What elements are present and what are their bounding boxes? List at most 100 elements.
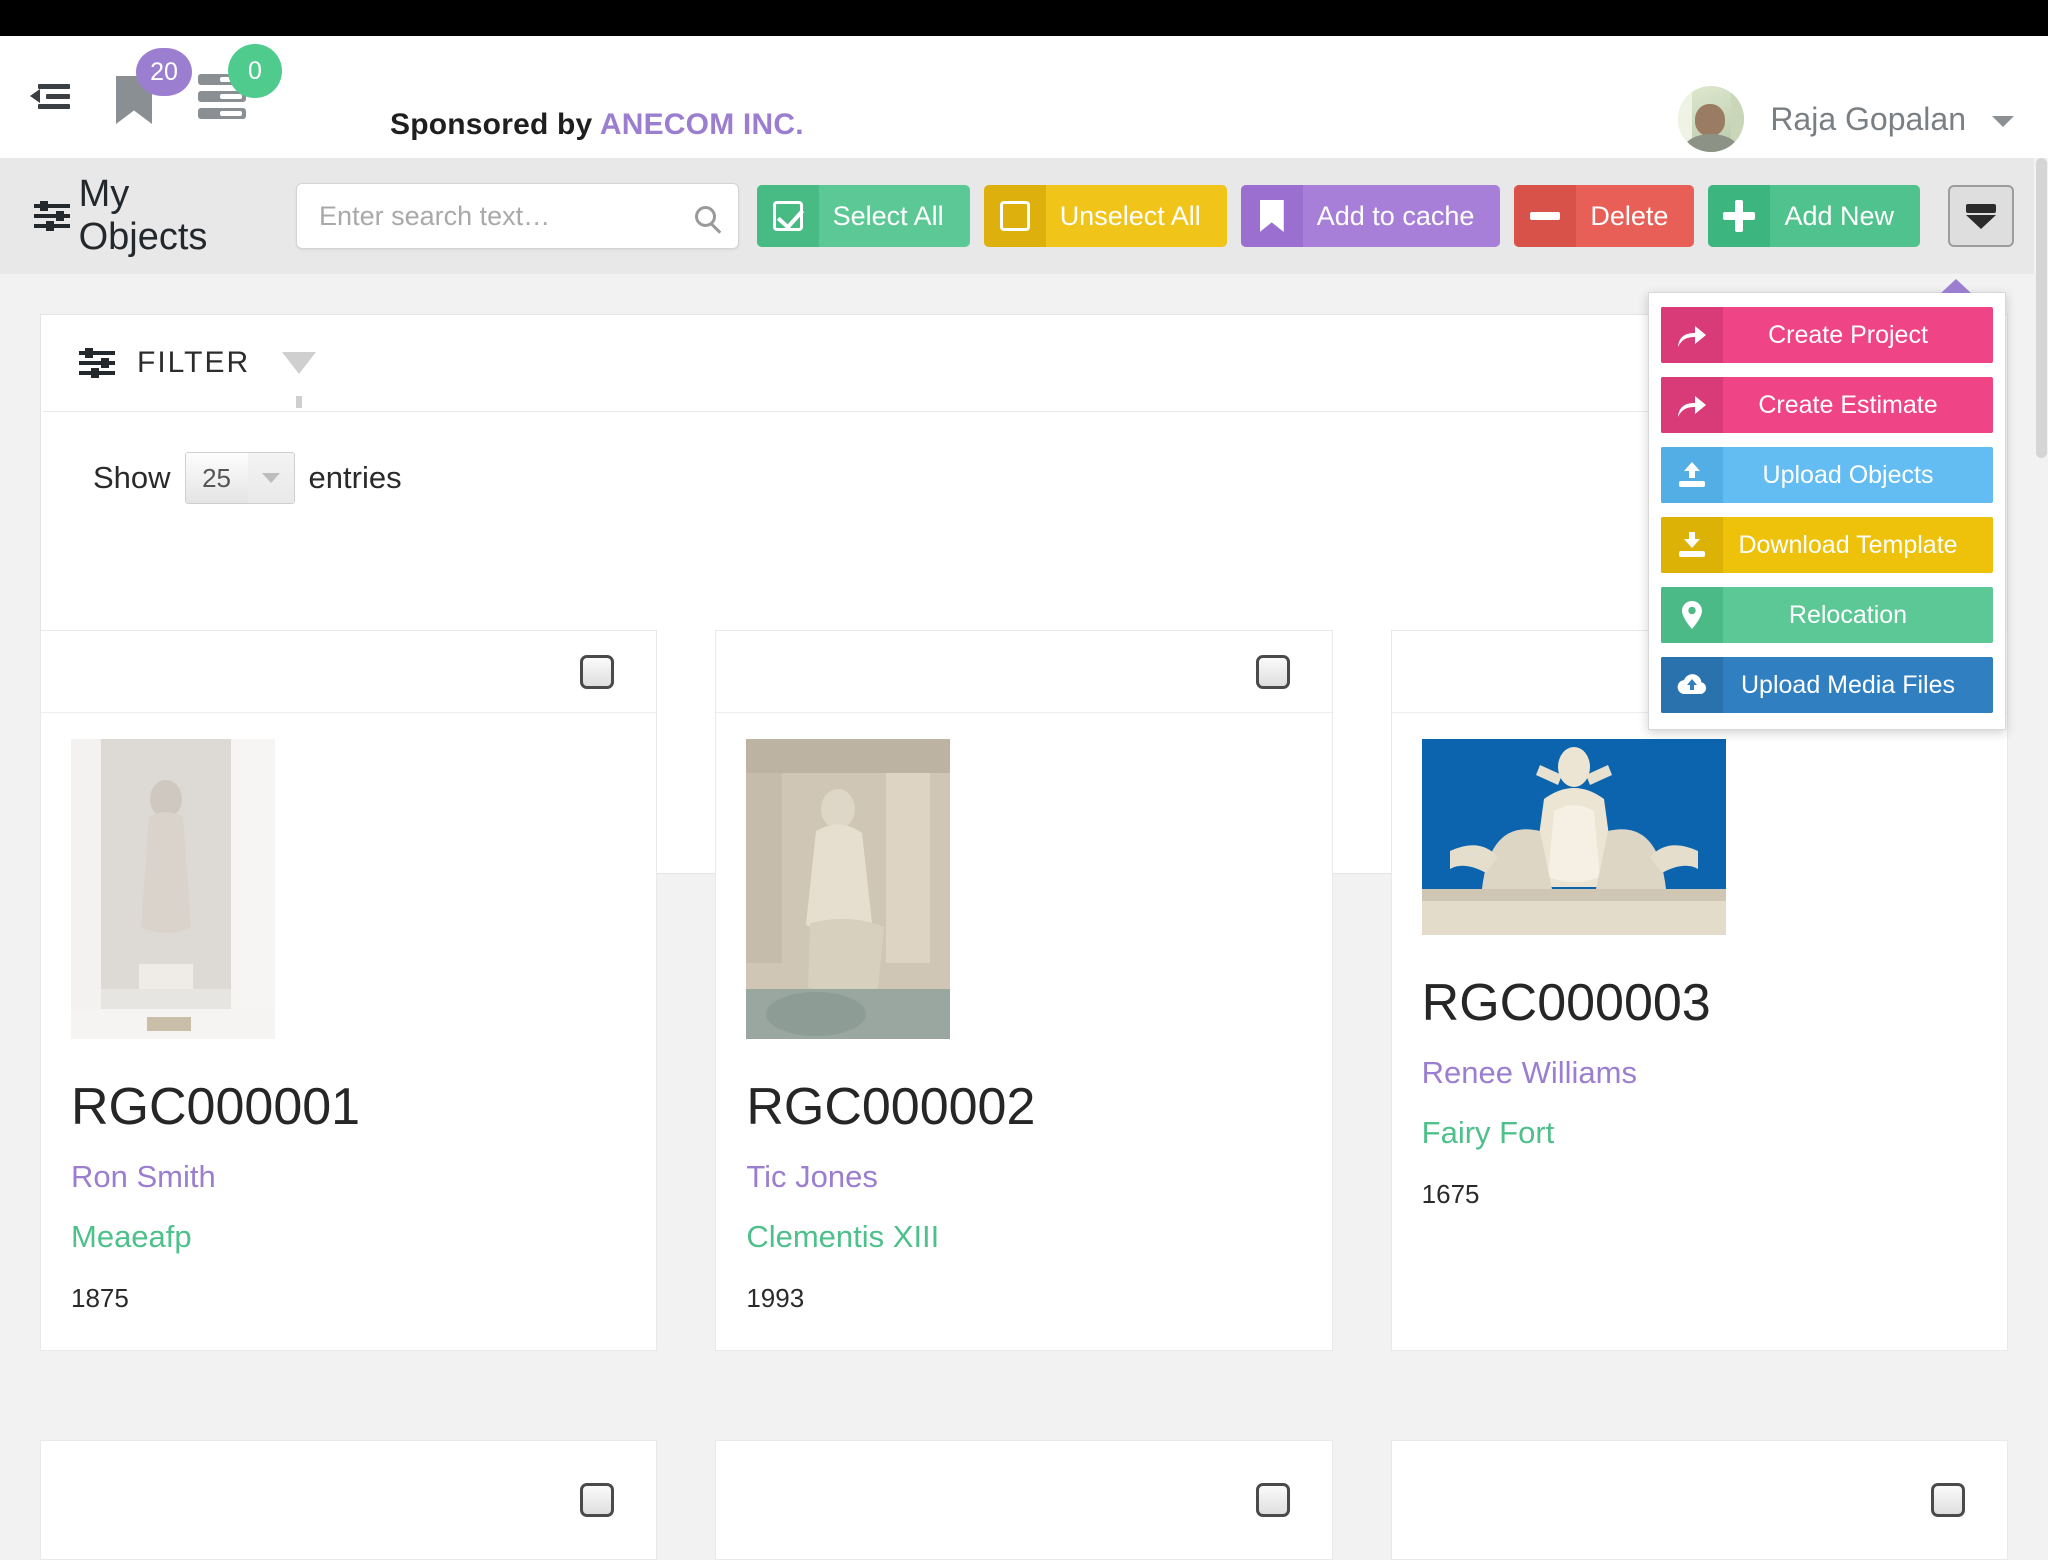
menu-item-create-project[interactable]: Create Project xyxy=(1661,307,1993,363)
unselect-all-button[interactable]: Unselect All xyxy=(984,185,1227,247)
more-actions-button[interactable] xyxy=(1948,185,2014,247)
card-checkbox[interactable] xyxy=(580,655,614,689)
card-body: RGC000002 Tic Jones Clementis XIII 1993 xyxy=(716,713,1331,1350)
sponsor-text: Sponsored by ANECOM INC. xyxy=(390,108,804,142)
card-year: 1993 xyxy=(746,1283,1301,1314)
upload-icon xyxy=(1661,447,1723,503)
menu-item-upload-objects[interactable]: Upload Objects xyxy=(1661,447,1993,503)
card-checkbox[interactable] xyxy=(1931,1483,1965,1517)
card-id: RGC000002 xyxy=(746,1077,1301,1137)
page-title: My Objects xyxy=(34,173,240,259)
card-body: RGC000001 Ron Smith Meaeafp 1875 xyxy=(41,713,656,1350)
entries-suffix-label: entries xyxy=(309,460,402,496)
user-name: Raja Gopalan xyxy=(1770,101,1966,138)
search-box[interactable] xyxy=(296,183,739,249)
menu-label-create-estimate: Create Estimate xyxy=(1723,391,1993,420)
top-strip xyxy=(0,0,2048,36)
card-owner[interactable]: Renee Williams xyxy=(1422,1055,1977,1091)
minus-icon xyxy=(1514,185,1576,247)
object-card-grid: RGC000001 Ron Smith Meaeafp 1875 xyxy=(40,630,2008,1351)
card-body: RGC000003 Renee Williams Fairy Fort 1675 xyxy=(1392,713,2007,1246)
object-card[interactable] xyxy=(715,1440,1332,1560)
object-thumbnail[interactable] xyxy=(1422,739,1726,935)
object-card[interactable] xyxy=(1391,1440,2008,1560)
page-title-text: My Objects xyxy=(79,173,240,259)
caret-down-filled-icon xyxy=(1966,204,1996,229)
object-card[interactable]: RGC000001 Ron Smith Meaeafp 1875 xyxy=(40,630,657,1351)
object-card[interactable]: RGC000002 Tic Jones Clementis XIII 1993 xyxy=(715,630,1332,1351)
menu-item-download-template[interactable]: Download Template xyxy=(1661,517,1993,573)
entries-prefix-label: Show xyxy=(93,460,171,496)
bookmark-button[interactable]: 20 xyxy=(116,70,152,124)
menu-label-relocation: Relocation xyxy=(1723,601,1993,630)
map-pin-icon xyxy=(1661,587,1723,643)
add-to-cache-label: Add to cache xyxy=(1303,201,1501,232)
download-icon xyxy=(1661,517,1723,573)
search-input[interactable] xyxy=(319,201,695,232)
sliders-icon xyxy=(79,348,115,378)
user-menu[interactable]: Raja Gopalan xyxy=(1678,86,2014,152)
dropdown-pointer xyxy=(1941,279,1971,293)
unselect-all-label: Unselect All xyxy=(1046,201,1227,232)
app-header: 20 0 Sponsored by ANECOM INC. Raja Gopal… xyxy=(0,36,2048,158)
search-icon[interactable] xyxy=(695,206,716,227)
avatar xyxy=(1678,86,1744,152)
list-button[interactable]: 0 xyxy=(198,74,246,120)
card-name[interactable]: Fairy Fort xyxy=(1422,1115,1977,1151)
card-name[interactable]: Meaeafp xyxy=(71,1219,626,1255)
plus-icon xyxy=(1708,185,1770,247)
card-checkbox[interactable] xyxy=(1256,655,1290,689)
page-toolbar: My Objects Select All Unselect All Add t… xyxy=(0,158,2048,274)
share-arrow-icon xyxy=(1661,377,1723,433)
checkbox-empty-icon xyxy=(984,185,1046,247)
page-scrollbar[interactable] xyxy=(2034,158,2048,1536)
more-actions-dropdown: Create Project Create Estimate Upload Ob… xyxy=(1648,292,2006,730)
delete-label: Delete xyxy=(1576,201,1694,232)
menu-label-upload-objects: Upload Objects xyxy=(1723,461,1993,490)
delete-button[interactable]: Delete xyxy=(1514,185,1694,247)
card-owner[interactable]: Ron Smith xyxy=(71,1159,626,1195)
card-checkbox[interactable] xyxy=(580,1483,614,1517)
menu-label-create-project: Create Project xyxy=(1723,321,1993,350)
select-all-button[interactable]: Select All xyxy=(757,185,970,247)
list-badge: 0 xyxy=(228,44,282,98)
object-card[interactable] xyxy=(40,1440,657,1560)
sponsor-prefix: Sponsored by xyxy=(390,108,600,141)
scrollbar-thumb[interactable] xyxy=(2036,158,2047,458)
card-id: RGC000003 xyxy=(1422,973,1977,1033)
object-thumbnail[interactable] xyxy=(71,739,275,1039)
toolbar-buttons: Select All Unselect All Add to cache Del… xyxy=(757,185,2014,247)
object-card-grid-next-row xyxy=(40,1440,2008,1560)
menu-item-create-estimate[interactable]: Create Estimate xyxy=(1661,377,1993,433)
card-select-row xyxy=(41,631,656,713)
checkbox-checked-icon xyxy=(757,185,819,247)
menu-item-relocation[interactable]: Relocation xyxy=(1661,587,1993,643)
funnel-icon[interactable] xyxy=(282,352,316,374)
menu-label-download-template: Download Template xyxy=(1723,531,1993,560)
sponsor-brand: ANECOM INC. xyxy=(600,108,804,141)
object-card[interactable]: RGC000003 Renee Williams Fairy Fort 1675 xyxy=(1391,630,2008,1351)
card-select-row xyxy=(716,631,1331,713)
entries-select[interactable]: 25 xyxy=(185,452,295,504)
chevron-down-icon xyxy=(248,453,294,503)
menu-item-upload-media-files[interactable]: Upload Media Files xyxy=(1661,657,1993,713)
add-new-label: Add New xyxy=(1770,201,1920,232)
sliders-icon xyxy=(34,201,65,231)
menu-label-upload-media-files: Upload Media Files xyxy=(1723,671,1993,700)
bookmark-icon xyxy=(1241,185,1303,247)
add-to-cache-button[interactable]: Add to cache xyxy=(1241,185,1501,247)
select-all-label: Select All xyxy=(819,201,970,232)
chevron-down-icon[interactable] xyxy=(1992,116,2014,127)
card-name[interactable]: Clementis XIII xyxy=(746,1219,1301,1255)
share-arrow-icon xyxy=(1661,307,1723,363)
entries-value: 25 xyxy=(186,453,248,503)
add-new-button[interactable]: Add New xyxy=(1708,185,1920,247)
card-checkbox[interactable] xyxy=(1256,1483,1290,1517)
cloud-upload-icon xyxy=(1661,657,1723,713)
card-owner[interactable]: Tic Jones xyxy=(746,1159,1301,1195)
card-id: RGC000001 xyxy=(71,1077,626,1137)
object-thumbnail[interactable] xyxy=(746,739,950,1039)
hamburger-collapse-icon[interactable] xyxy=(30,80,70,114)
bookmark-badge: 20 xyxy=(136,48,192,96)
card-year: 1875 xyxy=(71,1283,626,1314)
